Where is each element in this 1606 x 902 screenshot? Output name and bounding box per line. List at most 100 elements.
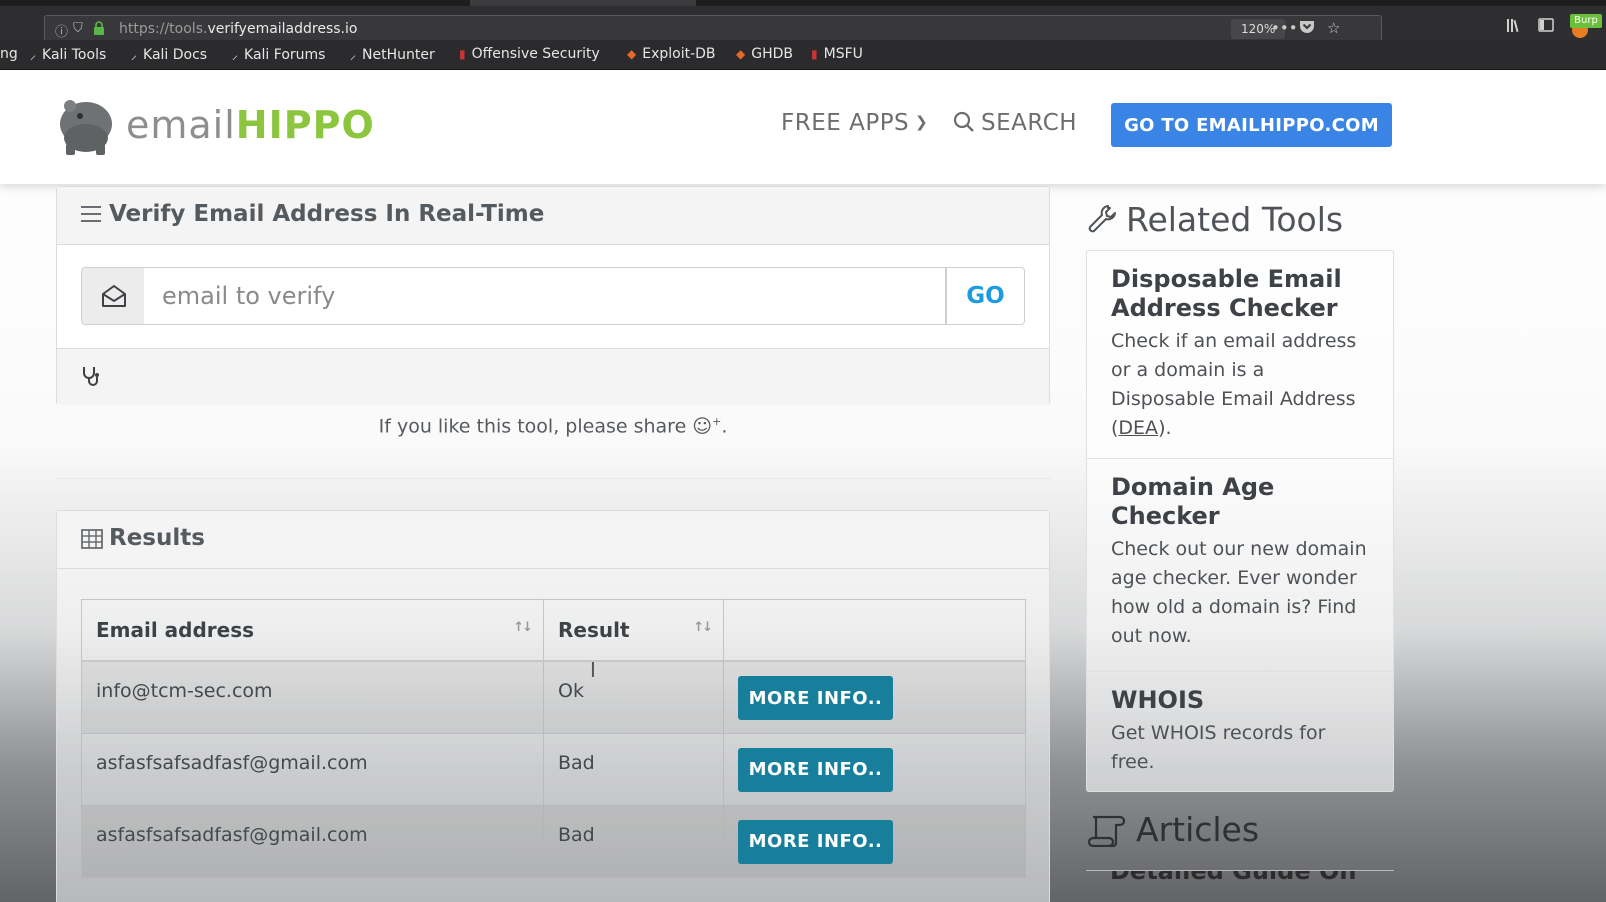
tool-title[interactable]: Domain Age Checker — [1111, 473, 1369, 531]
exploitdb-icon: ◆ — [627, 47, 637, 61]
browser-toolbar: ⓘ ⛉ https://tools.verifyemailaddress.io … — [0, 6, 1606, 43]
pocket-icon[interactable] — [1299, 19, 1315, 38]
results-table: Email address ↑↓ Result ↑↓ info@tcm-sec.co… — [81, 599, 1026, 878]
email-input-group: GO — [81, 267, 1025, 325]
page-actions-icon[interactable]: ••• — [1271, 19, 1298, 37]
verify-title: Verify Email Address In Real-Time — [109, 201, 545, 227]
burp-badge: Burp — [1570, 14, 1602, 28]
articles-label: Articles — [1136, 810, 1260, 849]
nav-free-apps[interactable]: FREE APPS ❯ — [781, 110, 928, 136]
tool-disposable-email-checker[interactable]: Disposable Email Address Checker Check i… — [1087, 251, 1393, 459]
wrench-icon — [1088, 205, 1116, 233]
msfu-icon: ▮ — [811, 47, 818, 61]
action-cell: MORE INFO.. — [723, 804, 1026, 878]
table-row: info@tcm-sec.com Ok MORE INFO.. — [81, 660, 1026, 734]
sort-icon[interactable]: ↑↓ — [513, 620, 533, 635]
verify-card-footer — [57, 348, 1049, 405]
go-to-emailhippo-button[interactable]: GO TO EMAILHIPPO.COM — [1111, 103, 1392, 147]
kali-icon: ⸝ — [30, 48, 37, 62]
bookmark-msfu[interactable]: ▮ MSFU — [811, 46, 863, 62]
tool-domain-age-checker[interactable]: Domain Age Checker Check out our new dom… — [1087, 459, 1393, 672]
article-preview[interactable]: Detailed Guide On — [1086, 870, 1394, 902]
more-info-button[interactable]: MORE INFO.. — [738, 747, 893, 792]
bookmark-exploit-db[interactable]: ◆ Exploit-DB — [627, 46, 716, 62]
column-email-header[interactable]: Email address ↑↓ — [81, 599, 544, 662]
tool-title[interactable]: Disposable Email Address Checker — [1111, 265, 1369, 323]
divider — [56, 478, 1050, 479]
url-prefix: https://tools. — [119, 21, 208, 37]
tracking-shield-icon[interactable]: ⛉ — [73, 21, 83, 36]
share-end: . — [721, 415, 728, 438]
bookmark-star-icon[interactable]: ☆ — [1327, 19, 1340, 37]
url-domain: verifyemailaddress.io — [207, 21, 358, 37]
info-icon[interactable]: ⓘ — [55, 21, 68, 40]
logo-bold-text: HIPPO — [235, 103, 375, 147]
bookmark-kali-tools[interactable]: ⸝ Kali Tools — [30, 46, 106, 63]
ghdb-icon: ◆ — [736, 47, 746, 61]
related-tools-list: Disposable Email Address Checker Check i… — [1086, 250, 1394, 792]
bookmark-offensive-security[interactable]: ▮ Offensive Security — [459, 46, 600, 62]
bookmark-label: Kali Docs — [143, 47, 208, 63]
articles-heading: Articles — [1086, 810, 1259, 849]
kali-icon: ⸝ — [131, 48, 138, 62]
more-info-button[interactable]: MORE INFO.. — [738, 819, 893, 864]
results-title: Results — [109, 525, 205, 551]
bookmark-label: ng — [0, 46, 18, 62]
email-cell: asfasfsafsadfasf@gmail.com — [81, 804, 544, 878]
nav-search[interactable]: SEARCH — [953, 110, 1077, 136]
bookmark-label: Exploit-DB — [642, 46, 716, 62]
scroll-icon — [1087, 815, 1126, 848]
bookmark-label: MSFU — [823, 46, 863, 62]
bookmark-label: Kali Tools — [42, 47, 107, 63]
offsec-icon: ▮ — [459, 47, 466, 61]
tool-whois[interactable]: WHOIS Get WHOIS records for free. — [1087, 672, 1393, 793]
table-row: asfasfsafsadfasf@gmail.com Bad MORE INFO… — [81, 804, 1026, 878]
go-button[interactable]: GO — [946, 267, 1025, 325]
table-header-row: Email address ↑↓ Result ↑↓ — [81, 599, 1026, 662]
tool-description: Check if an email address or a domain is… — [1111, 327, 1369, 443]
stethoscope-icon — [83, 367, 99, 386]
tool-description: Check out our new domain age checker. Ev… — [1111, 538, 1367, 647]
column-label: Email address — [96, 618, 255, 642]
chevron-down-icon: ❯ — [915, 113, 929, 131]
verify-card: Verify Email Address In Real-Time GO — [56, 186, 1050, 405]
email-cell: info@tcm-sec.com — [81, 660, 544, 734]
result-cell: Bad — [543, 732, 724, 806]
url-text[interactable]: https://tools.verifyemailaddress.io — [119, 21, 357, 37]
results-card-header: Results — [57, 511, 1049, 569]
envelope-open-icon — [102, 285, 126, 307]
sort-icon[interactable]: ↑↓ — [693, 620, 713, 635]
sidebar-toggle-icon[interactable] — [1538, 18, 1554, 36]
results-card: Results Email address ↑↓ Result ↑↓ info@tc… — [56, 510, 1050, 902]
tool-desc-end: ). — [1158, 417, 1172, 439]
article-title[interactable]: Detailed Guide On — [1110, 871, 1356, 885]
tool-title[interactable]: WHOIS — [1111, 686, 1369, 715]
more-info-button[interactable]: MORE INFO.. — [738, 676, 893, 720]
lock-icon[interactable] — [93, 21, 105, 39]
nav-search-label: SEARCH — [981, 110, 1078, 136]
column-action-header — [723, 599, 1026, 662]
email-addon — [81, 267, 145, 325]
menu-icon — [81, 206, 101, 222]
bookmark-label: GHDB — [751, 46, 793, 62]
verify-card-header: Verify Email Address In Real-Time — [57, 187, 1049, 245]
email-input[interactable] — [144, 267, 946, 325]
logo-wordmark[interactable]: emailHIPPO — [126, 103, 375, 147]
action-cell: MORE INFO.. — [723, 732, 1026, 806]
share-text: If you like this tool, please share ☺+. — [56, 415, 1050, 437]
kali-icon: ⸝ — [350, 48, 357, 62]
bookmark-nethunter[interactable]: ⸝ NetHunter — [350, 46, 435, 63]
column-result-header[interactable]: Result ↑↓ — [543, 599, 724, 662]
dea-abbr[interactable]: DEA — [1118, 417, 1158, 439]
bookmarks-toolbar: ng ⸝ Kali Tools ⸝ Kali Docs ⸝ Kali Forums ⸝… — [0, 40, 1606, 70]
hippo-logo-icon[interactable] — [56, 94, 120, 160]
tool-description: Get WHOIS records for free. — [1111, 722, 1326, 773]
bookmark-label: NetHunter — [362, 47, 435, 63]
url-bar[interactable]: ⓘ ⛉ https://tools.verifyemailaddress.io … — [44, 15, 1382, 43]
bookmark-kali-forums[interactable]: ⸝ Kali Forums — [232, 46, 325, 63]
bookmark-ghdb[interactable]: ◆ GHDB — [736, 46, 793, 62]
page-viewport: emailHIPPO FREE APPS ❯ SEARCH GO TO EMAIL… — [0, 70, 1606, 902]
bookmark-kali-docs[interactable]: ⸝ Kali Docs — [131, 46, 207, 63]
bookmark-truncated[interactable]: ng — [0, 46, 18, 62]
library-icon[interactable] — [1506, 18, 1523, 37]
